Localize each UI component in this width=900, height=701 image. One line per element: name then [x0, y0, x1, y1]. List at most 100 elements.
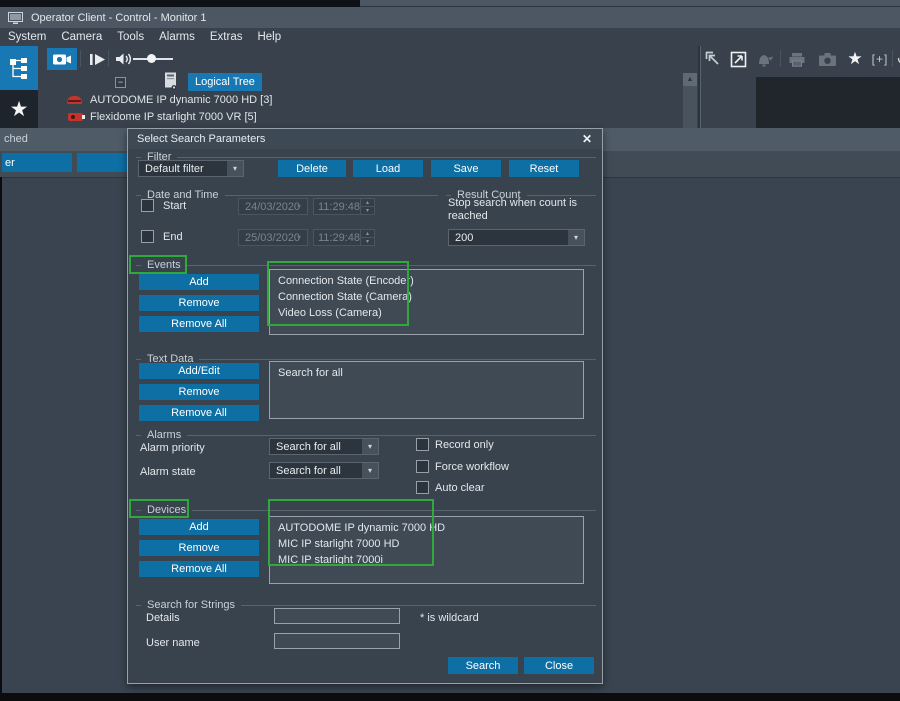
microphone-button[interactable] [896, 50, 900, 68]
start-date-select[interactable]: 24/03/2020 ▾ [238, 198, 308, 215]
print-button[interactable] [787, 50, 807, 68]
chevron-down-icon: ▾ [362, 439, 378, 454]
clipped-button-left[interactable]: er [2, 153, 72, 172]
start-checkbox[interactable] [141, 199, 154, 212]
menu-help[interactable]: Help [257, 31, 281, 43]
list-item[interactable]: Connection State (Camera) [278, 289, 575, 305]
restore-pane-icon [705, 51, 722, 68]
force-workflow-checkbox[interactable] [416, 460, 429, 473]
end-checkbox[interactable] [141, 230, 154, 243]
delete-filter-button[interactable]: Delete [278, 160, 346, 177]
toolbar-separator [780, 50, 781, 67]
tree-item-flexidome[interactable]: Flexidome IP starlight 7000 VR [5] [90, 111, 257, 123]
menu-extras[interactable]: Extras [210, 31, 243, 43]
filter-select-value: Default filter [145, 163, 204, 175]
maximize-pane-button[interactable] [728, 50, 748, 68]
favorites-star-icon: ★ [10, 97, 29, 122]
dialog-titlebar[interactable]: Select Search Parameters [128, 129, 602, 149]
toolbar-separator [108, 50, 109, 67]
list-item[interactable]: Connection State (Encoder) [278, 273, 575, 289]
alarm-state-value: Search for all [276, 465, 341, 477]
list-item[interactable]: Video Loss (Camera) [278, 305, 575, 321]
details-input[interactable] [274, 608, 400, 624]
window-title: Operator Client - Control - Monitor 1 [31, 12, 206, 24]
tree-root-selected[interactable]: Logical Tree [188, 73, 262, 91]
sidebar-tab-favorites[interactable]: ★ [0, 90, 38, 128]
add-bookmark-button[interactable]: [+] [869, 50, 891, 68]
start-time-spinner[interactable]: 11:29:48 ▴▾ [313, 198, 375, 215]
snapshot-button[interactable] [817, 50, 837, 68]
app-window-icon [8, 12, 23, 24]
text-data-list[interactable]: Search for all [269, 361, 584, 419]
maximize-icon [730, 51, 747, 68]
end-label: End [163, 231, 183, 243]
save-filter-button[interactable]: Save [431, 160, 501, 177]
result-count-hint: Stop search when count is reached [448, 197, 594, 223]
audio-button[interactable] [113, 50, 135, 68]
filter-select[interactable]: Default filter ▾ [138, 160, 244, 177]
toolbar-separator [892, 50, 893, 67]
spinner-arrows-icon[interactable]: ▴▾ [360, 199, 374, 214]
favorite-button[interactable]: ★ [845, 50, 865, 68]
step-forward-button[interactable] [86, 50, 108, 68]
list-item[interactable]: MIC IP starlight 7000 HD [278, 536, 575, 552]
panel-divider[interactable] [698, 46, 701, 128]
restore-pane-button[interactable] [703, 50, 723, 68]
spinner-arrows-icon[interactable]: ▴▾ [360, 230, 374, 245]
menu-alarms[interactable]: Alarms [159, 31, 195, 43]
alarm-skip-button[interactable] [755, 50, 775, 68]
sidebar-tab-logical-tree[interactable] [0, 46, 38, 90]
tree-scrollbar[interactable]: ▲ [683, 73, 697, 128]
text-data-remove-button[interactable]: Remove [139, 384, 259, 400]
camera-view-button[interactable] [47, 48, 77, 70]
menu-system[interactable]: System [8, 31, 46, 43]
tree-expander[interactable]: − [115, 77, 126, 88]
devices-add-button[interactable]: Add [139, 519, 259, 535]
chevron-down-icon: ▾ [227, 161, 243, 176]
select-search-parameters-dialog: Select Search Parameters ✕ Filter Defaul… [127, 128, 603, 684]
video-pane[interactable] [756, 77, 900, 128]
alarm-priority-value: Search for all [276, 441, 341, 453]
alarm-state-select[interactable]: Search for all ▾ [269, 462, 379, 479]
list-item[interactable]: Search for all [278, 365, 575, 381]
close-icon[interactable]: ✕ [579, 131, 595, 147]
menu-tools[interactable]: Tools [117, 31, 144, 43]
devices-list[interactable]: AUTODOME IP dynamic 7000 HD MIC IP starl… [269, 516, 584, 584]
events-remove-all-button[interactable]: Remove All [139, 316, 259, 332]
volume-slider-handle[interactable] [147, 54, 156, 63]
events-add-button[interactable]: Add [139, 274, 259, 290]
logical-tree-icon [8, 57, 30, 79]
result-count-value: 200 [455, 232, 473, 244]
chevron-down-icon: ▾ [362, 463, 378, 478]
clipped-button-right[interactable] [77, 153, 127, 172]
end-date-select[interactable]: 25/03/2020 ▾ [238, 229, 308, 246]
list-item[interactable]: AUTODOME IP dynamic 7000 HD [278, 520, 575, 536]
reset-filter-button[interactable]: Reset [509, 160, 579, 177]
devices-remove-button[interactable]: Remove [139, 540, 259, 556]
chevron-down-icon: ▾ [568, 230, 584, 245]
events-list[interactable]: Connection State (Encoder) Connection St… [269, 269, 584, 335]
record-only-checkbox[interactable] [416, 438, 429, 451]
auto-clear-checkbox[interactable] [416, 481, 429, 494]
alarm-skip-icon [756, 52, 774, 67]
menu-camera[interactable]: Camera [61, 31, 102, 43]
search-button[interactable]: Search [448, 657, 518, 674]
scroll-up-icon[interactable]: ▲ [683, 73, 697, 86]
snapshot-icon [818, 52, 837, 67]
end-time-value: 11:29:48 [318, 232, 360, 244]
text-data-remove-all-button[interactable]: Remove All [139, 405, 259, 421]
list-item[interactable]: MIC IP starlight 7000i [278, 552, 575, 568]
details-label: Details [146, 612, 180, 624]
text-data-add-edit-button[interactable]: Add/Edit [139, 363, 259, 379]
dome-camera-icon [67, 96, 82, 104]
alarm-priority-select[interactable]: Search for all ▾ [269, 438, 379, 455]
speaker-icon [115, 52, 133, 66]
end-time-spinner[interactable]: 11:29:48 ▴▾ [313, 229, 375, 246]
load-filter-button[interactable]: Load [353, 160, 423, 177]
result-count-select[interactable]: 200 ▾ [448, 229, 585, 246]
devices-remove-all-button[interactable]: Remove All [139, 561, 259, 577]
events-remove-button[interactable]: Remove [139, 295, 259, 311]
tree-item-autodome[interactable]: AUTODOME IP dynamic 7000 HD [3] [90, 94, 272, 106]
username-input[interactable] [274, 633, 400, 649]
close-button[interactable]: Close [524, 657, 594, 674]
